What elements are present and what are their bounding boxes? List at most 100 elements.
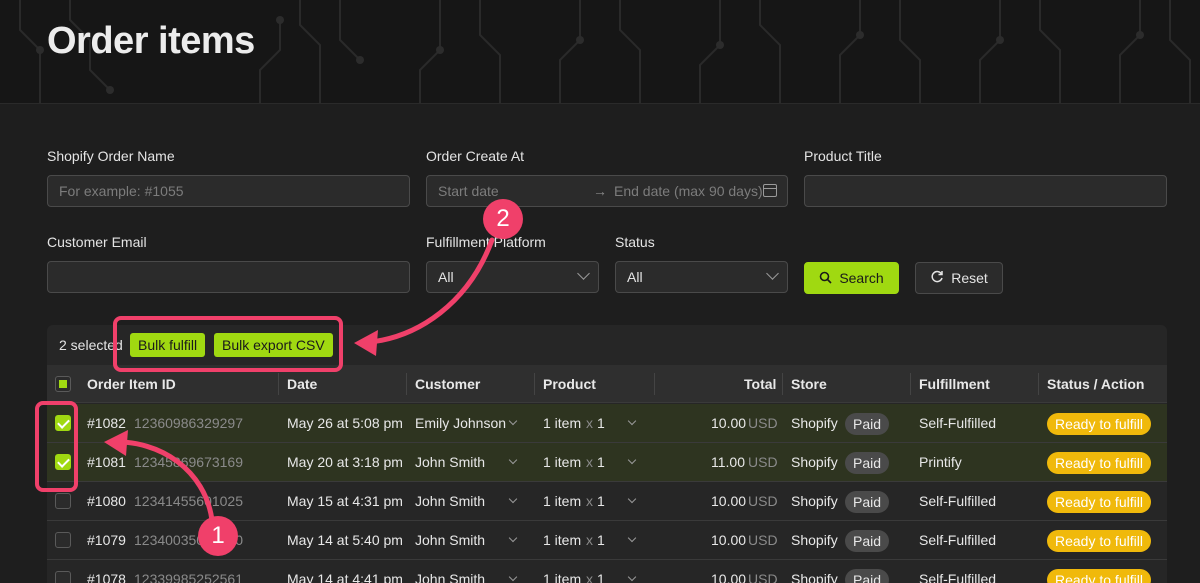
product-qty: 1 bbox=[597, 571, 605, 583]
order-item-sub-id: 12360986329297 bbox=[134, 415, 244, 431]
shopify-order-name-input[interactable]: For example: #1055 bbox=[47, 175, 410, 207]
table-row[interactable]: #1081 12345869673169 May 20 at 3:18 pm J… bbox=[47, 443, 1167, 482]
order-total: 10.00 bbox=[711, 493, 747, 509]
product-items: 1 item bbox=[543, 493, 582, 509]
annotation-box-bulk-actions bbox=[113, 316, 343, 372]
column-separator bbox=[782, 373, 783, 395]
product-multiply: x bbox=[586, 532, 593, 548]
chevron-down-icon[interactable] bbox=[508, 416, 518, 426]
chevron-down-icon[interactable] bbox=[627, 455, 637, 465]
customer-name[interactable]: John Smith bbox=[415, 532, 485, 548]
column-date[interactable]: Date bbox=[287, 376, 317, 392]
column-product[interactable]: Product bbox=[543, 376, 596, 392]
product-items: 1 item bbox=[543, 532, 582, 548]
reset-button[interactable]: Reset bbox=[915, 262, 1003, 294]
store-name: Shopify bbox=[791, 532, 838, 548]
row-checkbox[interactable] bbox=[55, 532, 71, 548]
payment-badge: Paid bbox=[845, 452, 890, 474]
chevron-down-icon[interactable] bbox=[627, 494, 637, 504]
column-store[interactable]: Store bbox=[791, 376, 827, 392]
fulfillment-method: Self-Fulfilled bbox=[919, 571, 997, 583]
ready-to-fulfill-button[interactable]: Ready to fulfill bbox=[1047, 491, 1151, 513]
annotation-step-2: 2 bbox=[483, 199, 523, 239]
chevron-down-icon bbox=[577, 267, 590, 280]
fulfillment-platform-select[interactable]: All bbox=[426, 261, 599, 293]
range-arrow-icon: → bbox=[593, 183, 607, 199]
table-row[interactable]: #1082 12360986329297 May 26 at 5:08 pm E… bbox=[47, 404, 1167, 443]
chevron-down-icon[interactable] bbox=[627, 416, 637, 426]
search-button[interactable]: Search bbox=[804, 262, 899, 294]
column-separator bbox=[406, 373, 407, 395]
order-currency: USD bbox=[748, 493, 778, 509]
order-item-id: #1079 bbox=[87, 532, 126, 548]
ready-to-fulfill-button[interactable]: Ready to fulfill bbox=[1047, 569, 1151, 583]
row-checkbox[interactable] bbox=[55, 493, 71, 509]
column-customer[interactable]: Customer bbox=[415, 376, 480, 392]
chevron-down-icon[interactable] bbox=[508, 455, 518, 465]
shopify-order-name-placeholder: For example: #1055 bbox=[59, 183, 184, 199]
column-order-item-id[interactable]: Order Item ID bbox=[87, 376, 176, 392]
order-date: May 14 at 5:40 pm bbox=[287, 532, 403, 548]
fulfillment-method: Self-Fulfilled bbox=[919, 493, 997, 509]
row-checkbox[interactable] bbox=[55, 571, 71, 583]
ready-to-fulfill-button[interactable]: Ready to fulfill bbox=[1047, 452, 1151, 474]
product-multiply: x bbox=[586, 571, 593, 583]
status-select[interactable]: All bbox=[615, 261, 788, 293]
status-value: All bbox=[627, 269, 643, 285]
customer-name[interactable]: John Smith bbox=[415, 454, 485, 470]
chevron-down-icon[interactable] bbox=[508, 494, 518, 504]
column-status-action[interactable]: Status / Action bbox=[1047, 376, 1145, 392]
order-date-range-picker[interactable]: Start date → End date (max 90 days) bbox=[426, 175, 788, 207]
search-button-label: Search bbox=[839, 270, 884, 286]
product-title-label: Product Title bbox=[804, 148, 882, 164]
payment-badge: Paid bbox=[845, 530, 890, 552]
payment-badge: Paid bbox=[845, 413, 890, 435]
product-items: 1 item bbox=[543, 454, 582, 470]
order-date: May 26 at 5:08 pm bbox=[287, 415, 403, 431]
order-item-id: #1080 bbox=[87, 493, 126, 509]
product-title-input[interactable] bbox=[804, 175, 1167, 207]
order-item-id: #1078 bbox=[87, 571, 126, 583]
customer-name[interactable]: Emily Johnson bbox=[415, 415, 506, 431]
chevron-down-icon[interactable] bbox=[627, 533, 637, 543]
fulfillment-method: Printify bbox=[919, 454, 962, 470]
order-total: 10.00 bbox=[711, 532, 747, 548]
fulfillment-platform-value: All bbox=[438, 269, 454, 285]
product-items: 1 item bbox=[543, 415, 582, 431]
product-multiply: x bbox=[586, 493, 593, 509]
payment-badge: Paid bbox=[845, 491, 890, 513]
product-multiply: x bbox=[586, 454, 593, 470]
shopify-order-name-label: Shopify Order Name bbox=[47, 148, 175, 164]
reset-icon bbox=[930, 264, 944, 294]
select-all-checkbox[interactable] bbox=[55, 376, 71, 392]
column-separator bbox=[278, 373, 279, 395]
start-date-placeholder: Start date bbox=[438, 183, 499, 199]
page-title: Order items bbox=[47, 20, 255, 62]
fulfillment-platform-label: Fulfillment Platform bbox=[426, 234, 546, 250]
ready-to-fulfill-button[interactable]: Ready to fulfill bbox=[1047, 413, 1151, 435]
end-date-placeholder: End date (max 90 days) bbox=[614, 183, 763, 199]
table-row[interactable]: #1078 12339985252561 May 14 at 4:41 pm J… bbox=[47, 560, 1167, 583]
customer-name[interactable]: John Smith bbox=[415, 571, 485, 583]
order-currency: USD bbox=[748, 454, 778, 470]
order-item-sub-id: 12345869673169 bbox=[134, 454, 244, 470]
column-total[interactable]: Total bbox=[744, 376, 776, 392]
product-items: 1 item bbox=[543, 571, 582, 583]
column-fulfillment[interactable]: Fulfillment bbox=[919, 376, 990, 392]
fulfillment-method: Self-Fulfilled bbox=[919, 532, 997, 548]
order-item-sub-id: 12341455601025 bbox=[134, 493, 244, 509]
chevron-down-icon[interactable] bbox=[508, 572, 518, 582]
page-header: Order items bbox=[0, 0, 1200, 104]
chevron-down-icon[interactable] bbox=[627, 572, 637, 582]
product-multiply: x bbox=[586, 415, 593, 431]
order-date: May 15 at 4:31 pm bbox=[287, 493, 403, 509]
chevron-down-icon[interactable] bbox=[508, 533, 518, 543]
ready-to-fulfill-button[interactable]: Ready to fulfill bbox=[1047, 530, 1151, 552]
order-date: May 14 at 4:41 pm bbox=[287, 571, 403, 583]
customer-name[interactable]: John Smith bbox=[415, 493, 485, 509]
calendar-icon bbox=[763, 184, 777, 197]
customer-email-input[interactable] bbox=[47, 261, 410, 293]
order-item-id: #1081 bbox=[87, 454, 126, 470]
column-separator bbox=[654, 373, 655, 395]
order-total: 11.00 bbox=[711, 454, 745, 470]
